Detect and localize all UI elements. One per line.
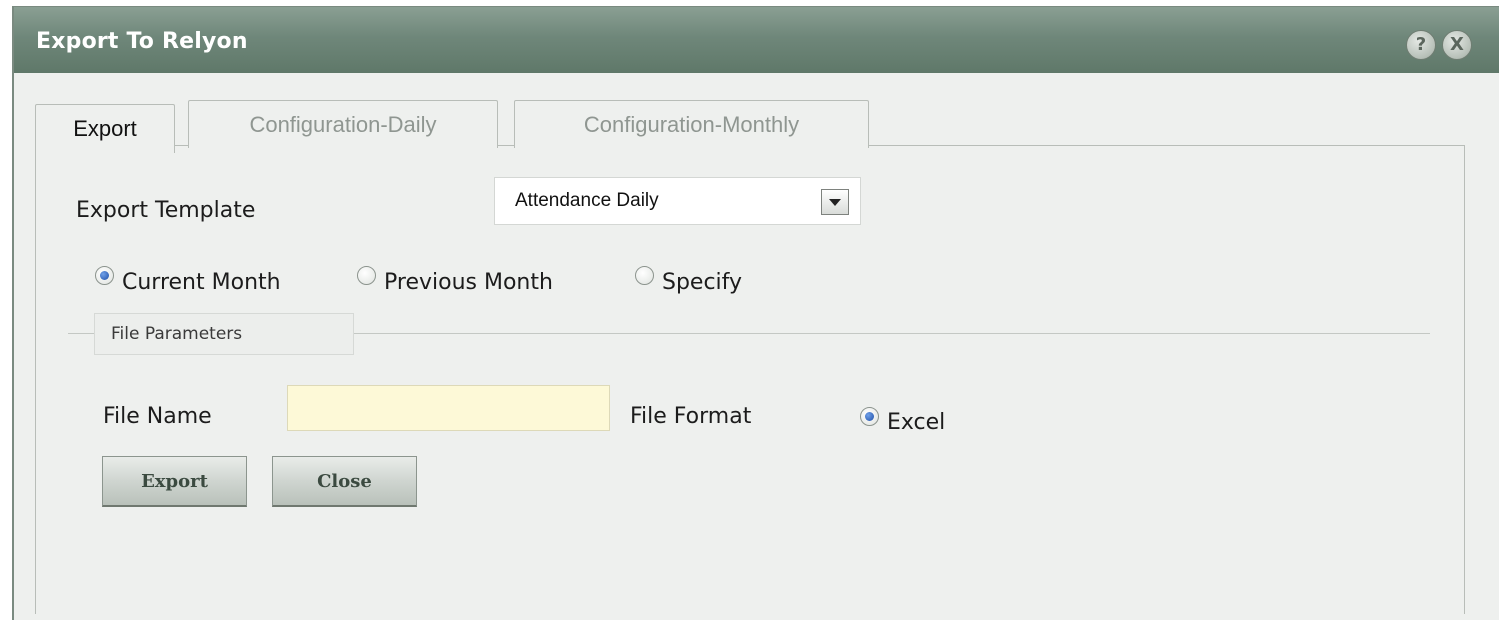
file-format-label: File Format bbox=[630, 404, 752, 429]
file-name-label: File Name bbox=[103, 404, 212, 429]
tab-configuration-monthly[interactable]: Configuration-Monthly bbox=[514, 100, 869, 148]
file-name-input[interactable] bbox=[287, 385, 610, 431]
export-template-select[interactable]: Attendance Daily bbox=[494, 177, 861, 225]
excel-label[interactable]: Excel bbox=[887, 410, 945, 435]
specify-label[interactable]: Specify bbox=[662, 270, 742, 295]
dropdown-arrow-icon[interactable] bbox=[821, 189, 849, 215]
close-icon[interactable]: X bbox=[1442, 30, 1472, 60]
file-parameters-legend: File Parameters bbox=[94, 313, 354, 355]
excel-radio[interactable] bbox=[860, 407, 879, 426]
dialog-title: Export To Relyon bbox=[36, 29, 248, 54]
dialog-titlebar[interactable]: Export To Relyon ? X bbox=[14, 7, 1499, 73]
tab-configuration-daily[interactable]: Configuration-Daily bbox=[188, 100, 498, 148]
export-template-value: Attendance Daily bbox=[515, 190, 659, 211]
help-icon[interactable]: ? bbox=[1406, 30, 1436, 60]
export-template-label: Export Template bbox=[76, 198, 256, 223]
current-month-label[interactable]: Current Month bbox=[122, 270, 281, 295]
previous-month-label[interactable]: Previous Month bbox=[384, 270, 553, 295]
close-button[interactable]: Close bbox=[272, 456, 417, 507]
specify-radio[interactable] bbox=[635, 266, 654, 285]
export-button[interactable]: Export bbox=[102, 456, 247, 507]
current-month-radio[interactable] bbox=[95, 266, 114, 285]
tab-export[interactable]: Export bbox=[35, 104, 175, 153]
previous-month-radio[interactable] bbox=[357, 266, 376, 285]
